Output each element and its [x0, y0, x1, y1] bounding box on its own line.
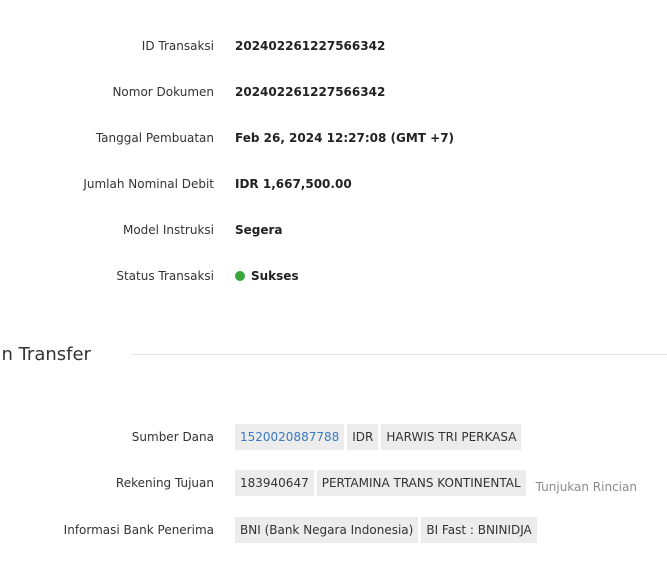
- destination-account-number-chip: 183940647: [235, 470, 314, 496]
- row-source-of-funds: Sumber Dana 1520020887788 IDR HARWIS TRI…: [0, 424, 667, 450]
- document-number-label: Nomor Dokumen: [112, 85, 214, 99]
- row-document-number: Nomor Dokumen 202402261227566342: [0, 82, 667, 102]
- source-currency-chip: IDR: [347, 424, 379, 450]
- status-success-dot-icon: [235, 271, 245, 281]
- source-account-name-chip: HARWIS TRI PERKASA: [381, 424, 522, 450]
- transaction-id-label: ID Transaksi: [141, 39, 214, 53]
- instruction-model-value: Segera: [235, 223, 283, 237]
- beneficiary-bank-chips: BNI (Bank Negara Indonesia) BI Fast : BN…: [235, 517, 537, 543]
- row-transaction-id: ID Transaksi 202402261227566342: [0, 36, 667, 56]
- row-destination-account: Rekening Tujuan 183940647 PERTAMINA TRAN…: [0, 470, 667, 496]
- row-debit-amount: Jumlah Nominal Debit IDR 1,667,500.00: [0, 174, 667, 194]
- debit-amount-value: IDR 1,667,500.00: [235, 177, 352, 191]
- created-date-label: Tanggal Pembuatan: [95, 131, 214, 145]
- destination-account-name-chip: PERTAMINA TRANS KONTINENTAL: [316, 470, 526, 496]
- source-of-funds-chips: 1520020887788 IDR HARWIS TRI PERKASA: [235, 424, 522, 450]
- status-text: Sukses: [251, 269, 299, 283]
- transaction-status-label: Status Transaksi: [116, 269, 214, 283]
- debit-amount-label: Jumlah Nominal Debit: [83, 177, 214, 191]
- bank-name-chip: BNI (Bank Negara Indonesia): [235, 517, 419, 543]
- destination-account-chips: 183940647 PERTAMINA TRANS KONTINENTAL Tu…: [235, 470, 637, 496]
- bank-code-chip: BI Fast : BNINIDJA: [421, 517, 537, 543]
- source-of-funds-label: Sumber Dana: [131, 430, 214, 444]
- row-instruction-model: Model Instruksi Segera: [0, 220, 667, 240]
- destination-account-label: Rekening Tujuan: [115, 476, 214, 490]
- instruction-model-label: Model Instruksi: [122, 223, 214, 237]
- section-title-transfer-details: asan Transfer: [0, 344, 91, 365]
- beneficiary-bank-label: Informasi Bank Penerima: [63, 523, 214, 537]
- row-created-date: Tanggal Pembuatan Feb 26, 2024 12:27:08 …: [0, 128, 667, 148]
- document-number-value: 202402261227566342: [235, 85, 386, 99]
- show-details-link[interactable]: Tunjukan Rincian: [536, 480, 637, 494]
- row-beneficiary-bank: Informasi Bank Penerima BNI (Bank Negara…: [0, 517, 667, 543]
- row-transaction-status: Status Transaksi Sukses: [0, 266, 667, 286]
- source-account-link[interactable]: 1520020887788: [235, 424, 345, 450]
- created-date-value: Feb 26, 2024 12:27:08 (GMT +7): [235, 131, 455, 145]
- section-divider: [131, 354, 667, 355]
- transaction-id-value: 202402261227566342: [235, 39, 386, 53]
- transaction-status-value: Sukses: [235, 266, 299, 286]
